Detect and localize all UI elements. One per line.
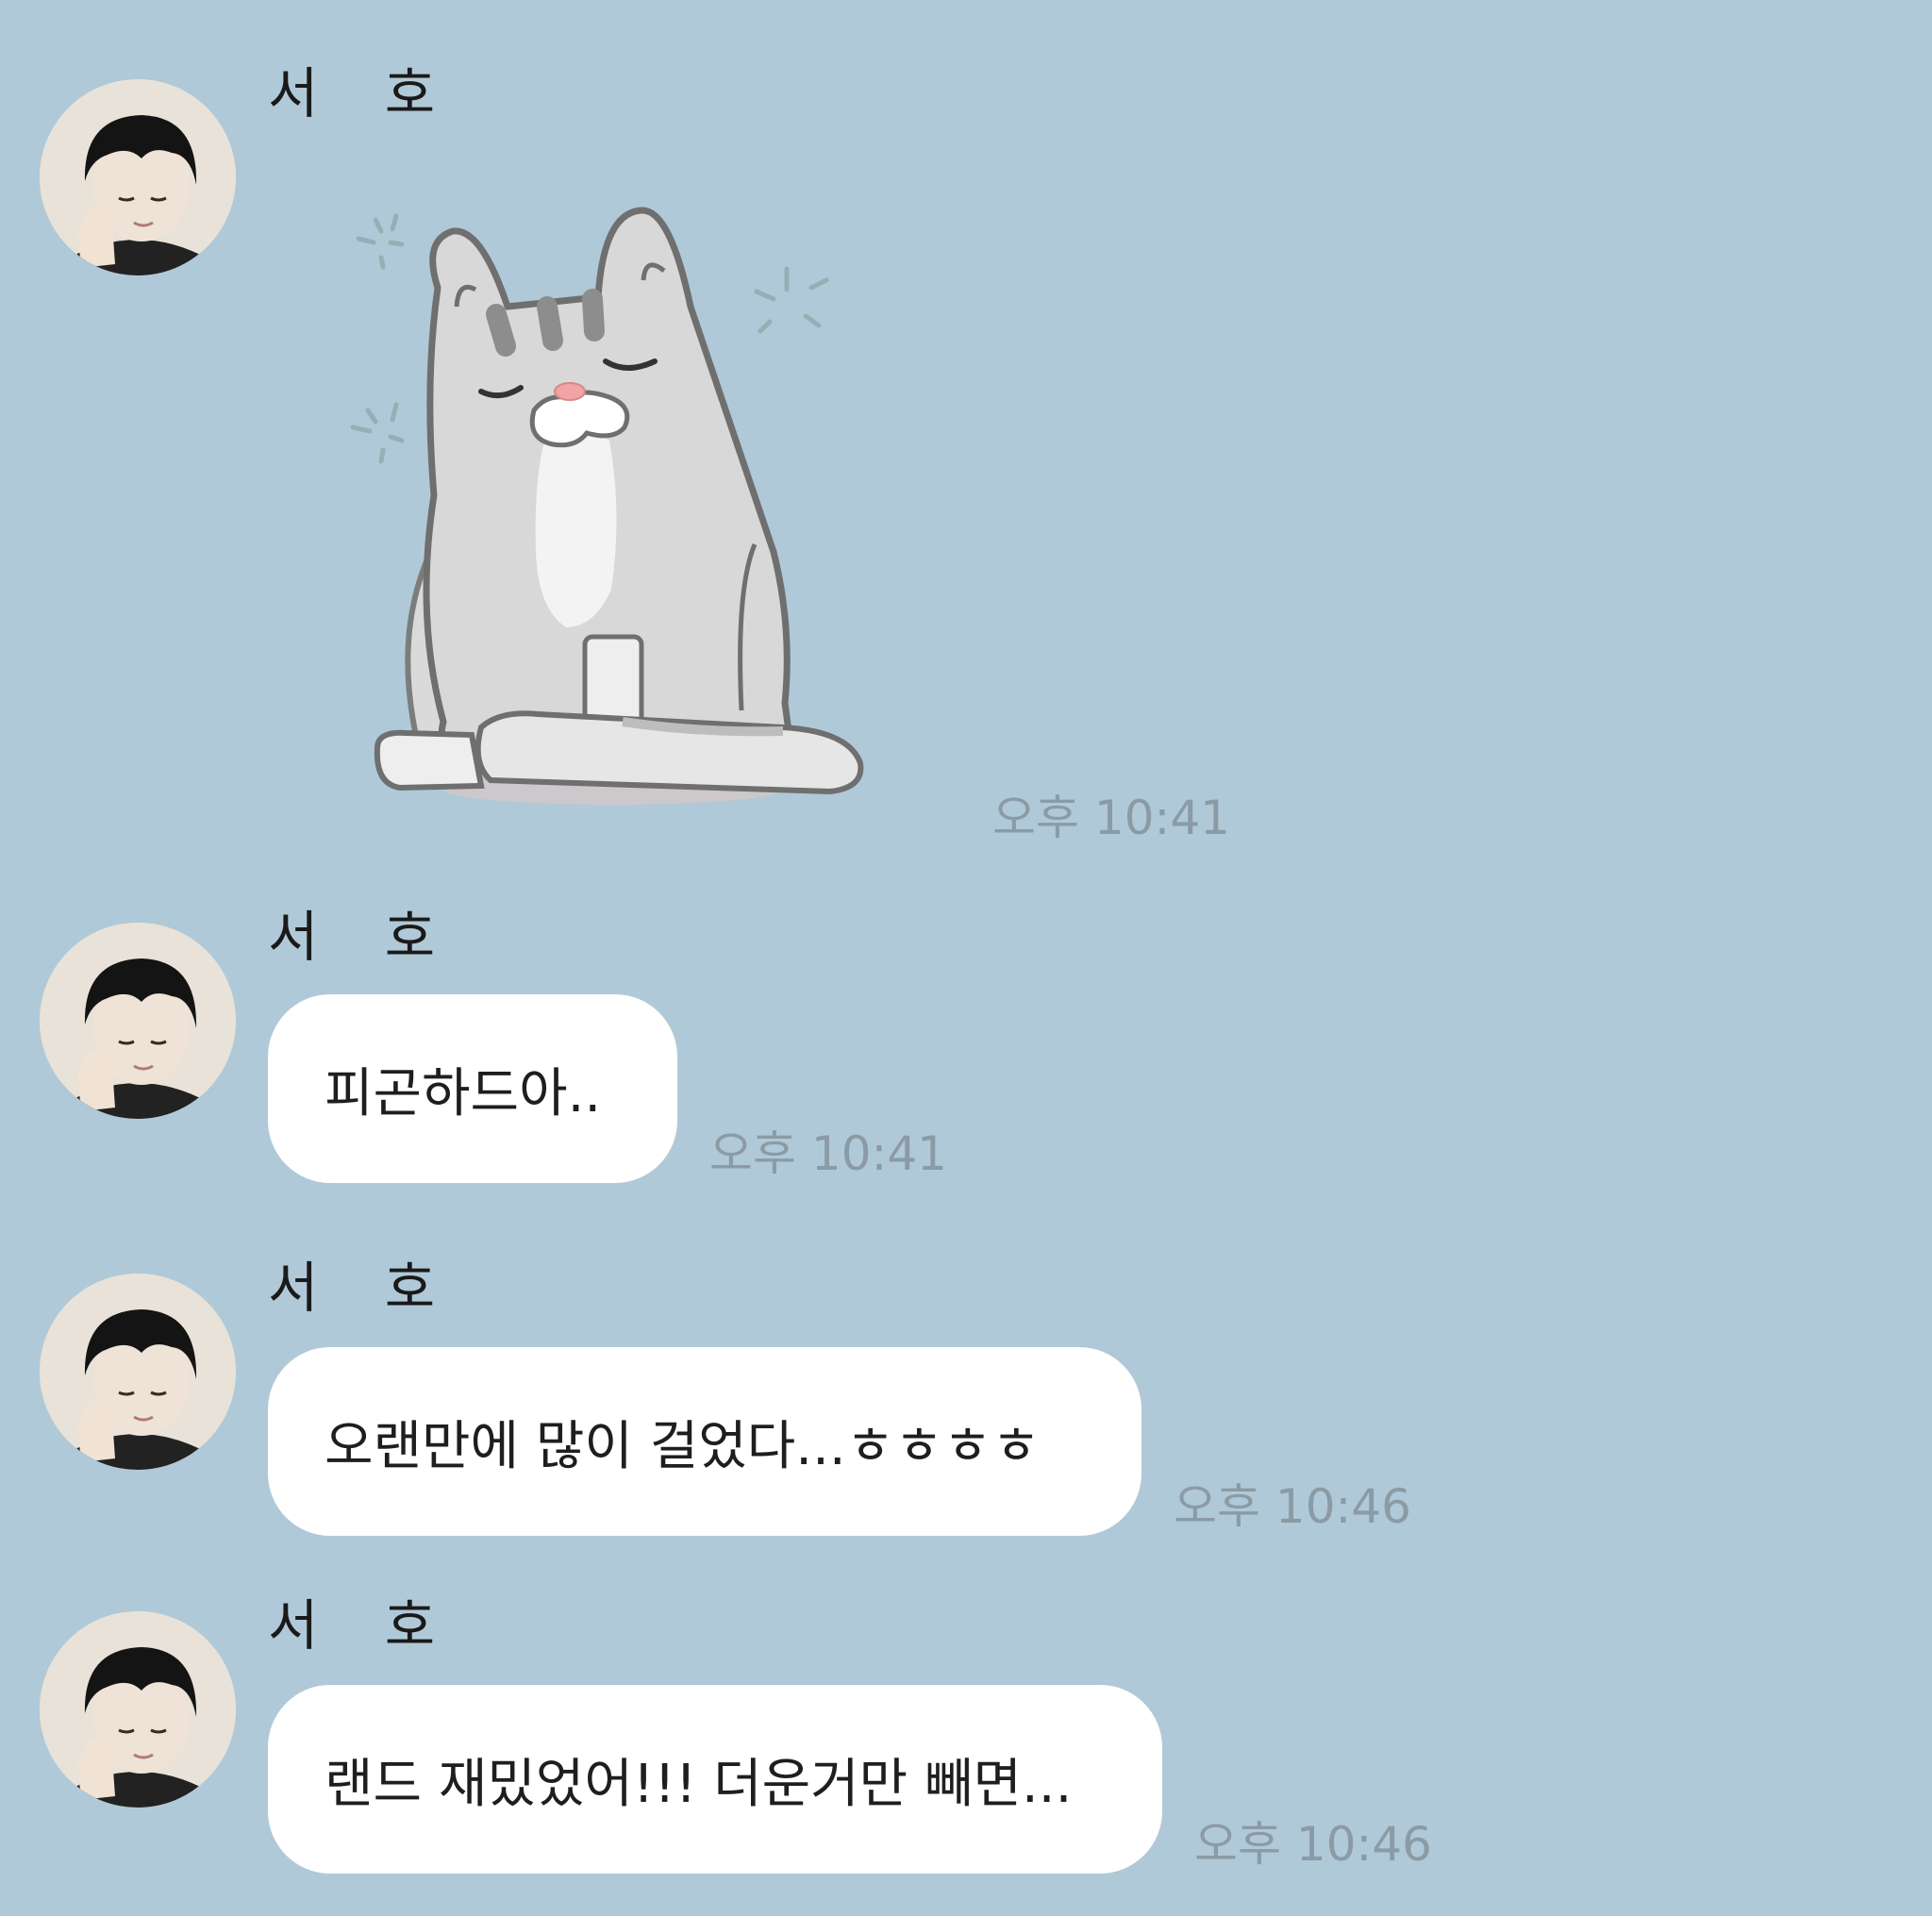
- message-time: 오후 10:46: [1194, 1817, 1432, 1872]
- message-time: 오후 10:41: [709, 1126, 947, 1181]
- profile-photo-icon: [40, 1274, 236, 1470]
- message-time: 오후 10:41: [992, 791, 1230, 845]
- sender-name: 서 호: [268, 1593, 460, 1658]
- message-text: 랜드 재밌었어!!! 더운거만 빼면...: [325, 1753, 1073, 1815]
- sender-name: 서 호: [268, 1256, 460, 1320]
- message-text: 피곤하드아..: [325, 1062, 602, 1125]
- message-bubble[interactable]: 피곤하드아..: [268, 994, 677, 1183]
- avatar[interactable]: [40, 923, 236, 1119]
- profile-photo-icon: [40, 923, 236, 1119]
- sender-name: 서 호: [268, 905, 460, 969]
- sender-name: 서 호: [268, 61, 460, 125]
- avatar[interactable]: [40, 79, 236, 275]
- profile-photo-icon: [40, 1611, 236, 1808]
- avatar[interactable]: [40, 1274, 236, 1470]
- avatar[interactable]: [40, 1611, 236, 1808]
- message-bubble[interactable]: 오랜만에 많이 걸었다...ㅎㅎㅎㅎ: [268, 1347, 1141, 1536]
- message-text: 오랜만에 많이 걸었다...ㅎㅎㅎㅎ: [325, 1415, 1041, 1477]
- message-bubble[interactable]: 랜드 재밌었어!!! 더운거만 빼면...: [268, 1685, 1162, 1874]
- sleepy-gray-cat-sticker[interactable]: [340, 193, 924, 821]
- profile-photo-icon: [40, 79, 236, 275]
- message-time: 오후 10:46: [1174, 1479, 1411, 1534]
- chat-room: 서 호 오후 10:41 서 호 피곤하드아.. 오후 10:41 서 호 오랜…: [0, 0, 1932, 1916]
